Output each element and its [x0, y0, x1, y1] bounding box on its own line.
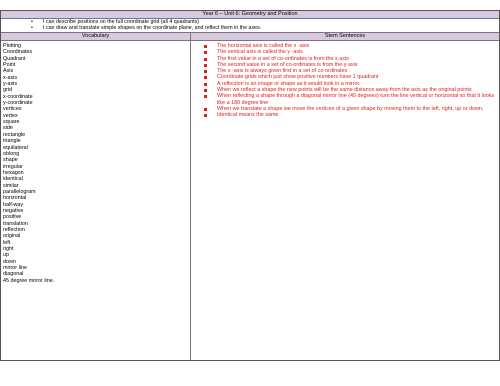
unit-title: Year 6 – Unit 6: Geometry and Position	[1, 11, 499, 19]
learning-objectives: I can describe positions on the full coo…	[1, 19, 499, 33]
stem-sentence-item: Identical means the same	[204, 112, 495, 118]
stem-sentence-item: When reflecting a shape through a diagon…	[204, 93, 495, 106]
vocabulary-list: Plotting Coordinates Quadrant Point Axis x-ax…	[1, 41, 190, 284]
objective-item: I can draw and translate simple shapes o…	[31, 25, 499, 31]
stem-sentences-list: The horizontal axis is called the x -axi…	[191, 41, 499, 119]
unit-table: Year 6 – Unit 6: Geometry and Position I…	[0, 10, 500, 361]
vocabulary-item: 45 degree mirror line.	[3, 277, 55, 284]
stem-sentences-column: The horizontal axis is called the x -axi…	[191, 41, 499, 360]
vocabulary-header: Vocabulary	[1, 33, 191, 41]
vocabulary-column: Plotting Coordinates Quadrant Point Axis x-ax…	[1, 41, 191, 360]
stem-sentences-header: Stem Sentences	[191, 33, 499, 41]
